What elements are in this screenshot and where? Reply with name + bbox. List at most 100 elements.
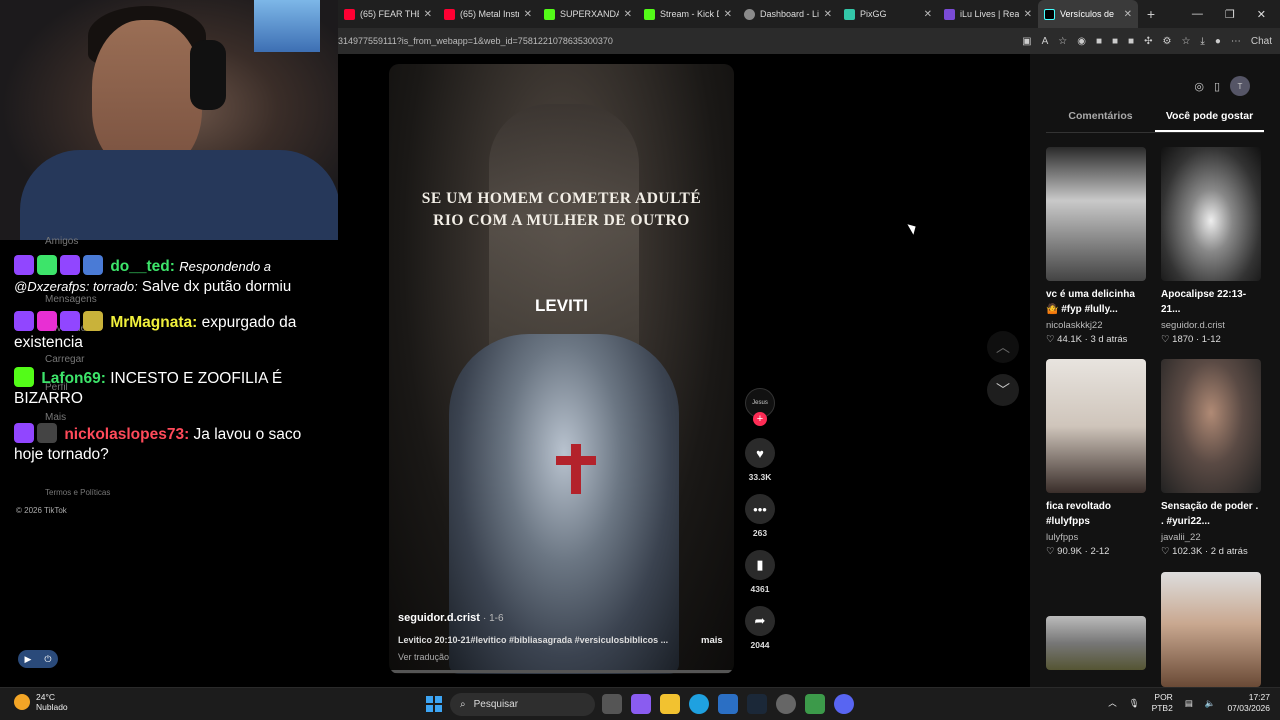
user-avatar[interactable]: T (1230, 76, 1250, 96)
video-card[interactable] (1046, 616, 1146, 670)
downloads-icon[interactable]: ⤓ (1200, 36, 1204, 47)
microphone-icon[interactable]: 🎙 (1129, 698, 1140, 709)
card-author[interactable]: nicolaskkkj22 (1046, 320, 1146, 331)
chevron-up-icon[interactable]: ︿ (1108, 697, 1117, 709)
more-button[interactable]: mais (701, 635, 723, 646)
more-icon[interactable]: ⋯ (1231, 36, 1241, 47)
browser-tab-active[interactable]: Versículos de ✕ (1038, 0, 1138, 28)
browser-tab[interactable]: iLu Lives | React✕ (938, 0, 1038, 28)
video-card[interactable] (1161, 572, 1261, 687)
app-icon[interactable] (805, 694, 825, 714)
card-author[interactable]: javalii_22 (1161, 532, 1261, 543)
card-author[interactable]: lulyfpps (1046, 532, 1146, 543)
video-card[interactable]: Sensação de poder . . #yuri22... javalii… (1161, 359, 1261, 557)
discord-icon[interactable] (834, 694, 854, 714)
video-thumbnail[interactable] (1161, 147, 1261, 281)
taskbar-search[interactable]: ⌕ Pesquisar (450, 693, 595, 716)
close-tab-icon[interactable]: ✕ (924, 9, 932, 20)
previous-video-button[interactable]: ︿ (987, 331, 1019, 363)
clock[interactable]: 17:27 07/03/2026 (1227, 692, 1270, 714)
card-title[interactable]: Sensação de poder . . #yuri22... (1161, 499, 1261, 529)
video-thumbnail[interactable] (1046, 616, 1146, 670)
extension-icon[interactable]: ■ (1096, 36, 1102, 47)
store-icon[interactable] (718, 694, 738, 714)
comment-icon[interactable]: ••• (745, 494, 775, 524)
close-tab-icon[interactable]: ✕ (424, 9, 432, 20)
tab-recommended[interactable]: Você pode gostar (1155, 110, 1264, 132)
copilot-icon[interactable] (631, 694, 651, 714)
video-card[interactable]: fica revoltado #lulyfpps lulyfpps ♡ 90.9… (1046, 359, 1146, 557)
video-thumbnail[interactable] (1046, 147, 1146, 281)
video-card[interactable]: vc é uma delicinha 🤷 #fyp #lully... nico… (1046, 147, 1146, 345)
edge-icon[interactable] (689, 694, 709, 714)
tab-comments[interactable]: Comentários (1046, 110, 1155, 132)
file-explorer-icon[interactable] (660, 694, 680, 714)
card-author[interactable]: seguidor.d.crist (1161, 320, 1261, 331)
extension-icon[interactable]: ■ (1112, 36, 1118, 47)
obs-icon[interactable] (776, 694, 796, 714)
extension-icon[interactable]: ■ (1128, 36, 1134, 47)
network-icon[interactable]: ▤ (1185, 698, 1193, 709)
phone-icon[interactable]: ▯ (1214, 80, 1220, 93)
browser-tab[interactable]: (65) Metal Instru✕ (438, 0, 538, 28)
close-tab-icon[interactable]: ✕ (624, 9, 632, 20)
maximize-icon[interactable]: ❐ (1225, 8, 1235, 21)
extensions-icon[interactable]: ⚙ (1162, 36, 1171, 47)
video-actions: Jesus + ♥ 33.3K ••• 263 ▮ 4361 ➦ 2044 (745, 388, 775, 650)
browser-tab[interactable]: Stream - Kick Da✕ (638, 0, 738, 28)
star-badge-icon (60, 255, 80, 275)
follow-plus-icon[interactable]: + (753, 412, 767, 426)
card-title[interactable]: vc é uma delicinha 🤷 #fyp #lully... (1046, 287, 1146, 317)
video-card[interactable]: Apocalipse 22:13-21... seguidor.d.crist … (1161, 147, 1261, 345)
translate-link[interactable]: Ver tradução (398, 652, 449, 662)
video-player[interactable]: SE UM HOMEM COMETER ADULTÉ RIO COM A MUL… (389, 64, 734, 674)
favorite-star-icon[interactable]: ☆ (1058, 36, 1067, 47)
video-thumbnail[interactable] (1161, 359, 1261, 493)
close-tab-icon[interactable]: ✕ (824, 9, 832, 20)
close-tab-icon[interactable]: ✕ (1124, 9, 1132, 20)
next-video-button[interactable]: ﹀ (987, 374, 1019, 406)
browser-tab[interactable]: SUPERXANDAO S✕ (538, 0, 638, 28)
video-thumbnail[interactable] (1161, 572, 1261, 687)
close-tab-icon[interactable]: ✕ (724, 9, 732, 20)
video-author[interactable]: seguidor.d.crist · 1-6 (398, 612, 504, 624)
card-title[interactable]: Apocalipse 22:13-21... (1161, 287, 1261, 317)
browser-tab[interactable]: Dashboard - Live✕ (738, 0, 838, 28)
volume-icon[interactable]: 🔈 (1205, 698, 1216, 709)
keyboard-language[interactable]: POR PTB2 (1152, 692, 1173, 714)
windows-taskbar: 24°C Nublado ⌕ Pesquisar ︿ 🎙 POR PTB2 ▤ 🔈 1… (0, 687, 1280, 720)
close-tab-icon[interactable]: ✕ (524, 9, 532, 20)
sidebar-ghost-friends[interactable]: Amigos (45, 236, 78, 247)
minimize-icon[interactable]: — (1192, 8, 1203, 21)
favorites-icon[interactable]: ☆ (1181, 36, 1190, 47)
app-icon[interactable]: ▣ (1022, 36, 1031, 47)
like-heart-icon[interactable]: ♥ (745, 438, 775, 468)
windows-start-icon[interactable] (426, 696, 442, 712)
card-title[interactable]: fica revoltado #lulyfpps (1046, 499, 1146, 529)
weather-widget[interactable]: 24°C Nublado (14, 692, 68, 712)
card-meta: ♡ 44.1K · 3 d atrás (1046, 334, 1128, 345)
video-thumbnail[interactable] (1046, 359, 1146, 493)
translate-icon[interactable]: A (1042, 36, 1049, 47)
sidebar-ghost-terms[interactable]: Termos e Políticas (45, 488, 110, 497)
profile-icon[interactable]: ● (1215, 36, 1221, 47)
compass-icon[interactable]: ◎ (1194, 80, 1204, 93)
video-author-name[interactable]: seguidor.d.crist (398, 612, 480, 624)
close-tab-icon[interactable]: ✕ (1024, 9, 1032, 20)
new-tab-button[interactable]: + (1138, 6, 1164, 22)
puzzle-icon[interactable]: ✣ (1144, 36, 1152, 47)
overlay-widget[interactable]: ▶ ⏻ (18, 650, 58, 668)
chat-username: nickolaslopes73: (64, 426, 190, 443)
close-window-icon[interactable]: ✕ (1257, 8, 1266, 21)
share-arrow-icon[interactable]: ➦ (745, 606, 775, 636)
url-field[interactable]: 314977559111?is_from_webapp=1&web_id=758… (338, 36, 1022, 46)
progress-bar[interactable] (389, 670, 734, 673)
bookmark-icon[interactable]: ▮ (745, 550, 775, 580)
browser-tab[interactable]: PixGG ✕ (838, 0, 938, 28)
copilot-chat-button[interactable]: Chat (1251, 36, 1272, 47)
steam-icon[interactable] (747, 694, 767, 714)
task-view-icon[interactable] (602, 694, 622, 714)
extension-icon[interactable]: ◉ (1077, 36, 1086, 47)
lang-code: POR (1154, 692, 1173, 702)
browser-tab[interactable]: (65) FEAR THE CL✕ (338, 0, 438, 28)
